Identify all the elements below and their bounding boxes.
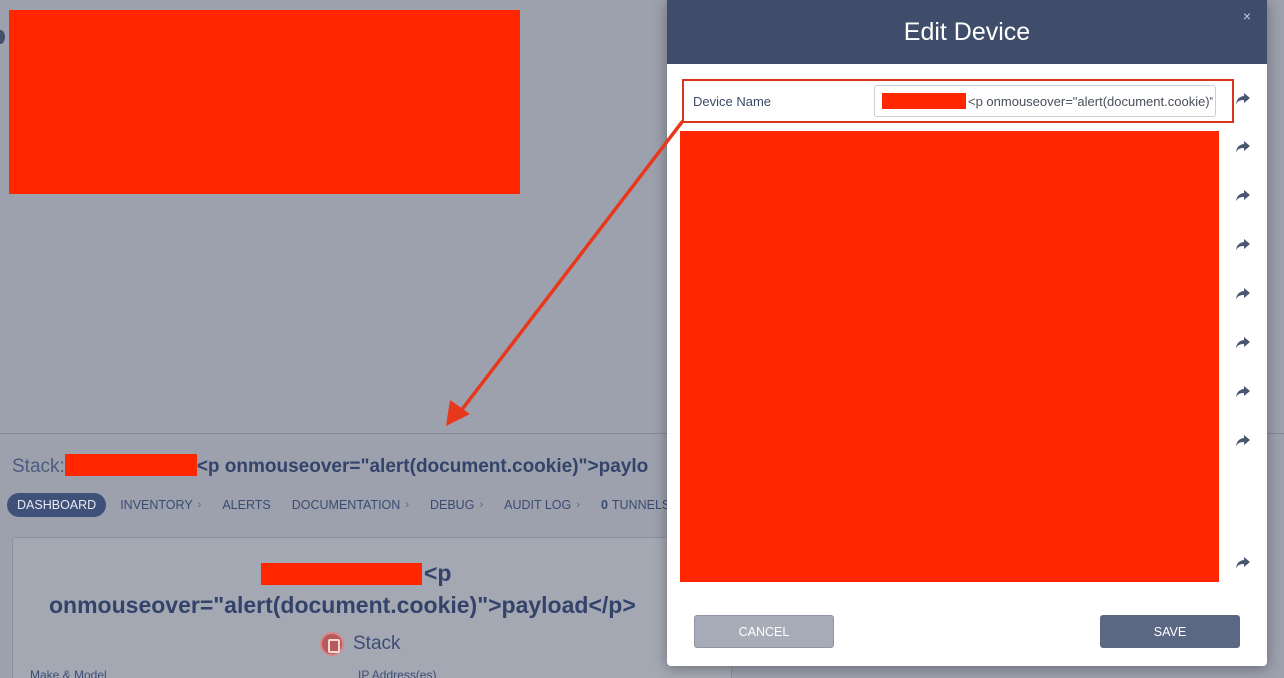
share-icon[interactable] [1235, 385, 1251, 399]
device-type: Stack [320, 632, 401, 656]
device-name-input[interactable] [966, 86, 1215, 116]
device-nav-tabs: DASHBOARD INVENTORY › ALERTS DOCUMENTATIO… [7, 492, 691, 518]
close-icon[interactable]: × [1243, 8, 1251, 24]
device-name-label: Device Name [693, 93, 772, 109]
share-icon[interactable] [1235, 434, 1251, 448]
page-title: Stack: <p onmouseover="alert(document.coo… [12, 453, 648, 481]
device-name-row: Device Name [682, 79, 1234, 123]
modal-title: Edit Device [903, 17, 1031, 46]
share-icon[interactable] [1235, 140, 1251, 154]
share-icon[interactable] [1235, 336, 1251, 350]
device-type-label: Stack [353, 633, 401, 654]
share-icon[interactable] [1235, 238, 1251, 252]
stack-icon [320, 632, 344, 656]
cancel-button[interactable]: CANCEL [694, 615, 834, 648]
redacted-value [882, 93, 966, 109]
chevron-right-icon: › [405, 499, 409, 511]
card-heading: <p [424, 560, 452, 586]
share-icon[interactable] [1235, 92, 1251, 106]
redacted-device-name [261, 563, 422, 585]
redacted-region [9, 10, 520, 194]
tab-inventory[interactable]: INVENTORY › [120, 498, 201, 512]
stack-label: Stack: [12, 456, 65, 477]
share-icon[interactable] [1235, 287, 1251, 301]
modal-header: Edit Device × [667, 0, 1267, 64]
share-icon[interactable] [1235, 189, 1251, 203]
chevron-right-icon: › [479, 499, 484, 511]
stack-payload-text: <p onmouseover="alert(document.cookie)">… [196, 456, 649, 477]
device-name-field-wrapper [874, 85, 1216, 117]
ip-address-label: IP Address(es) [358, 668, 437, 678]
card-heading-continued: onmouseover="alert(document.cookie)">pay… [49, 592, 636, 618]
tunnel-count: 0 [600, 498, 608, 512]
redacted-region [680, 131, 1219, 582]
tab-tunnels[interactable]: 0 TUNNELS [601, 498, 670, 512]
background-edge-dot [0, 30, 5, 44]
tab-debug[interactable]: DEBUG › [430, 498, 483, 512]
tab-dashboard[interactable]: DASHBOARD [7, 493, 107, 517]
share-icon[interactable] [1235, 556, 1251, 570]
tab-documentation[interactable]: DOCUMENTATION › [292, 498, 409, 512]
tab-alerts[interactable]: ALERTS [222, 498, 270, 512]
save-button[interactable]: SAVE [1100, 615, 1240, 648]
chevron-right-icon: › [197, 499, 202, 511]
redacted-device-name [64, 454, 197, 476]
tab-audit-log[interactable]: AUDIT LOG › [504, 498, 580, 512]
make-model-label: Make & Model [30, 668, 107, 678]
edit-device-modal: Edit Device × Device Name CANCEL SAVE [667, 0, 1267, 666]
chevron-right-icon: › [576, 499, 580, 511]
